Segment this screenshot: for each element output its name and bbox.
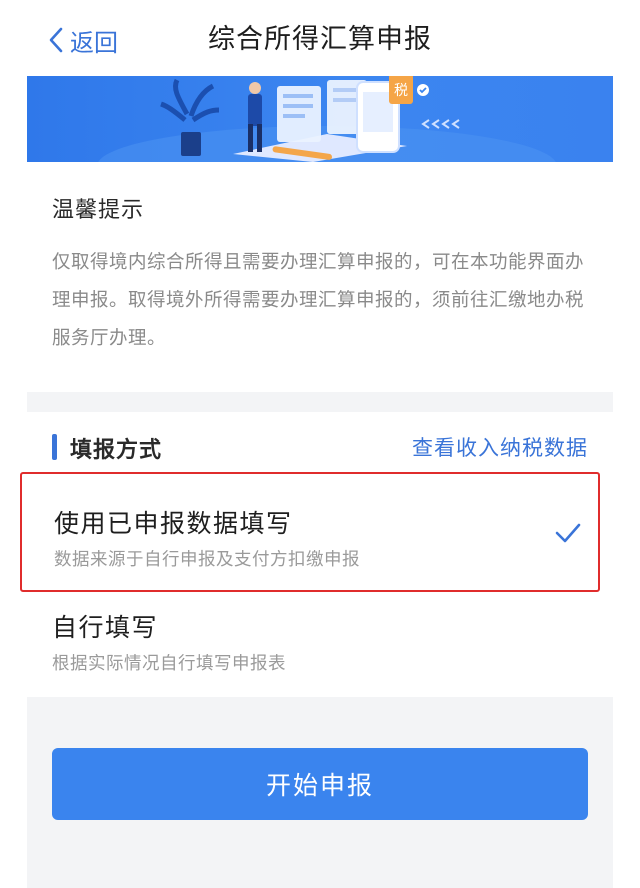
view-income-tax-data-link[interactable]: 查看收入纳税数据	[412, 432, 588, 462]
option-use-declared-data[interactable]: 使用已申报数据填写 数据来源于自行申报及支付方扣缴申报	[20, 472, 600, 592]
banner-art: 税	[98, 76, 556, 162]
tips-card: 温馨提示 仅取得境内综合所得且需要办理汇算申报的，可在本功能界面办理申报。取得境…	[0, 162, 640, 392]
option-title: 自行填写	[52, 613, 159, 642]
svg-text:税: 税	[394, 83, 408, 99]
section-divider	[27, 392, 613, 412]
tips-body: 仅取得境内综合所得且需要办理汇算申报的，可在本功能界面办理申报。取得境外所得需要…	[52, 252, 585, 349]
tips-title: 温馨提示	[52, 198, 145, 223]
section-title: 填报方式	[70, 438, 163, 463]
checkmark-icon	[555, 523, 581, 543]
option-subtitle: 数据来源于自行申报及支付方扣缴申报	[54, 550, 360, 570]
option-subtitle: 根据实际情况自行填写申报表	[52, 654, 286, 674]
banner-illustration: 税	[27, 76, 613, 162]
section-accent-bar	[52, 434, 57, 460]
method-section: 填报方式 查看收入纳税数据 使用已申报数据填写 数据来源于自行申报及支付方扣缴申…	[0, 412, 640, 697]
page-title: 综合所得汇算申报	[208, 24, 432, 55]
tax-badge-icon: 税	[389, 76, 413, 104]
option-self-fill[interactable]: 自行填写 根据实际情况自行填写申报表	[20, 592, 600, 712]
start-declaration-button[interactable]: 开始申报	[52, 748, 588, 820]
option-title: 使用已申报数据填写	[54, 509, 293, 538]
nav-bar: 返回 综合所得汇算申报	[0, 0, 640, 74]
